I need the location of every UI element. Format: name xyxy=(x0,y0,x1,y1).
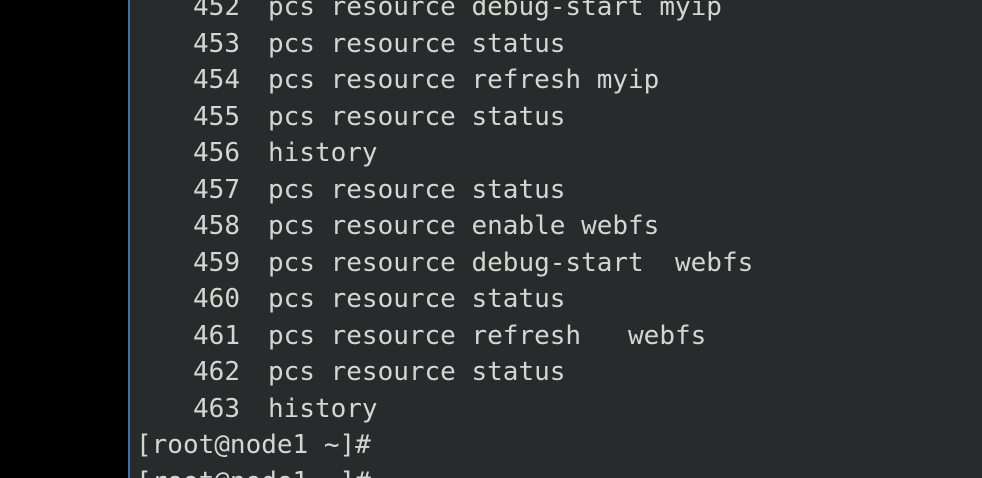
screen: 452 pcs resource debug-start myip 453 pcs r… xyxy=(0,0,982,478)
history-number: 458 xyxy=(193,211,240,241)
history-line: 455 pcs resource status xyxy=(136,99,753,136)
history-number: 462 xyxy=(193,357,240,387)
history-line: 457 pcs resource status xyxy=(136,172,753,209)
history-line: 462 pcs resource status xyxy=(136,354,753,391)
history-command: pcs resource status xyxy=(268,174,566,205)
history-command: history xyxy=(268,138,378,168)
history-number: 456 xyxy=(193,138,240,168)
prompt-line: [root@node1 ~]# xyxy=(136,427,753,464)
history-command: pcs resource refresh webfs xyxy=(268,320,707,351)
history-command: pcs resource status xyxy=(268,28,566,59)
history-number: 460 xyxy=(193,284,240,314)
history-line: 456 history xyxy=(136,135,753,172)
history-number: 459 xyxy=(193,247,240,278)
history-command: pcs resource enable webfs xyxy=(268,211,660,241)
history-number: 461 xyxy=(193,320,240,351)
shell-prompt: [root@node1 ~]# xyxy=(136,430,371,460)
history-line: 459 pcs resource debug-start webfs xyxy=(136,245,753,282)
history-number: 463 xyxy=(193,393,240,424)
history-line: 453 pcs resource status xyxy=(136,26,753,63)
shell-prompt: [root@node1 ~]# xyxy=(136,467,371,478)
history-line: 460 pcs resource status xyxy=(136,281,753,318)
history-command: history xyxy=(268,393,378,424)
history-command: pcs resource status xyxy=(268,284,566,314)
history-line: 452 pcs resource debug-start myip xyxy=(136,0,753,26)
history-command: pcs resource refresh myip xyxy=(268,65,660,95)
history-number: 454 xyxy=(193,65,240,95)
history-number: 453 xyxy=(193,28,240,59)
history-number: 457 xyxy=(193,174,240,205)
history-command: pcs resource debug-start myip xyxy=(268,0,722,22)
history-number: 452 xyxy=(193,0,240,22)
history-command: pcs resource debug-start webfs xyxy=(268,247,754,278)
history-line: 463 history xyxy=(136,391,753,428)
terminal-output: 452 pcs resource debug-start myip 453 pcs r… xyxy=(136,0,753,478)
history-line: 454 pcs resource refresh myip xyxy=(136,62,753,99)
history-command: pcs resource status xyxy=(268,357,566,387)
history-line: 461 pcs resource refresh webfs xyxy=(136,318,753,355)
prompt-line[interactable]: [root@node1 ~]# xyxy=(136,464,753,478)
history-command: pcs resource status xyxy=(268,101,566,132)
history-line: 458 pcs resource enable webfs xyxy=(136,208,753,245)
terminal-window[interactable]: 452 pcs resource debug-start myip 453 pcs r… xyxy=(128,0,982,478)
history-number: 455 xyxy=(193,101,240,132)
